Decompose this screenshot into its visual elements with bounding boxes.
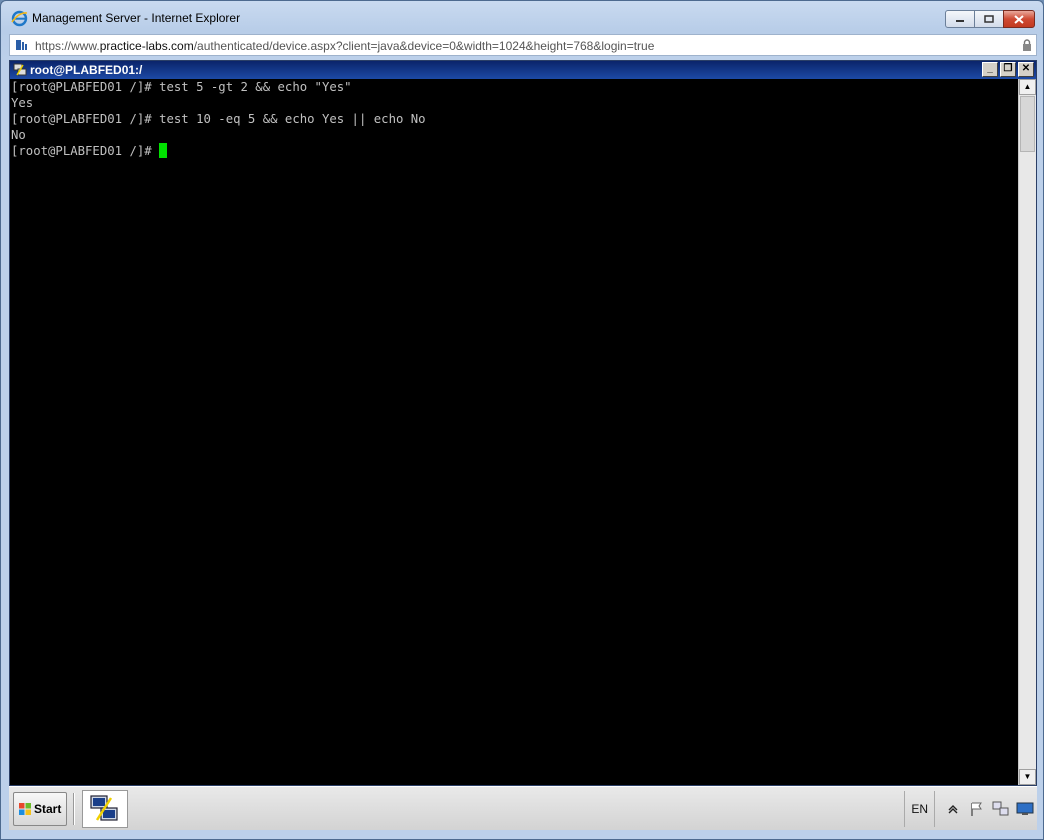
url-path: /authenticated/device.aspx?client=java&d… — [193, 39, 655, 53]
ie-titlebar[interactable]: Management Server - Internet Explorer — [1, 1, 1043, 33]
terminal-line: No — [11, 128, 26, 142]
terminal-prompt: [root@PLABFED01 /]# — [11, 144, 160, 158]
url-host: practice-labs.com — [99, 39, 194, 53]
network-icon[interactable] — [992, 800, 1010, 818]
address-bar[interactable]: https://www.practice-labs.com/authentica… — [9, 34, 1037, 56]
taskbar-separator — [73, 793, 75, 825]
terminal-cursor — [159, 143, 168, 158]
taskbar: Start EN — [9, 786, 1037, 830]
window-title: Management Server - Internet Explorer — [32, 11, 241, 25]
terminal-line: [root@PLABFED01 /]# test 5 -gt 2 && echo… — [11, 80, 352, 94]
terminal-line: [root@PLABFED01 /]# test 10 -eq 5 && ech… — [11, 112, 426, 126]
scrollbar-thumb[interactable] — [1020, 96, 1035, 152]
window-controls — [945, 10, 1035, 28]
site-icon — [16, 40, 27, 50]
lock-icon — [1023, 39, 1031, 51]
ie-logo-icon — [11, 10, 28, 27]
language-indicator[interactable]: EN — [904, 791, 935, 827]
terminal-scrollbar[interactable]: ▲ ▼ — [1018, 79, 1036, 785]
terminal-minimize-button[interactable]: _ — [982, 62, 998, 77]
putty-icon — [13, 63, 27, 76]
terminal-controls: _ ❐ ✕ — [982, 62, 1034, 77]
scroll-down-button[interactable]: ▼ — [1019, 769, 1036, 785]
minimize-icon — [956, 20, 964, 22]
putty-icon — [90, 795, 118, 821]
chevron-up-icon[interactable] — [944, 800, 962, 818]
flag-icon[interactable] — [968, 800, 986, 818]
ie-window: Management Server - Internet Explorer ht… — [0, 0, 1044, 840]
terminal-output[interactable]: [root@PLABFED01 /]# test 5 -gt 2 && echo… — [10, 79, 1019, 785]
terminal-line: Yes — [11, 96, 34, 110]
terminal-close-button[interactable]: ✕ — [1018, 62, 1034, 77]
close-button[interactable] — [1003, 10, 1035, 28]
restore-icon — [984, 15, 994, 23]
close-icon — [1014, 14, 1024, 24]
system-tray: EN — [904, 791, 1037, 827]
monitor-icon[interactable] — [1016, 800, 1034, 818]
terminal-title: root@PLABFED01:/ — [30, 63, 143, 77]
minimize-button[interactable] — [945, 10, 975, 28]
address-url[interactable]: https://www.practice-labs.com/authentica… — [35, 39, 654, 53]
scroll-up-button[interactable]: ▲ — [1019, 79, 1036, 95]
start-button[interactable]: Start — [13, 792, 67, 826]
terminal-titlebar[interactable]: root@PLABFED01:/ _ ❐ ✕ — [10, 61, 1036, 79]
restore-button[interactable] — [974, 10, 1004, 28]
windows-logo-icon — [19, 803, 31, 815]
terminal-prompt-line[interactable]: [root@PLABFED01 /]# — [10, 143, 1019, 159]
start-label: Start — [34, 802, 62, 816]
taskbar-putty-button[interactable] — [82, 790, 128, 828]
terminal-window: root@PLABFED01:/ _ ❐ ✕ [root@PLABFED01 /… — [9, 60, 1037, 786]
terminal-restore-button[interactable]: ❐ — [1000, 62, 1016, 77]
url-prefix: https://www. — [35, 39, 100, 53]
